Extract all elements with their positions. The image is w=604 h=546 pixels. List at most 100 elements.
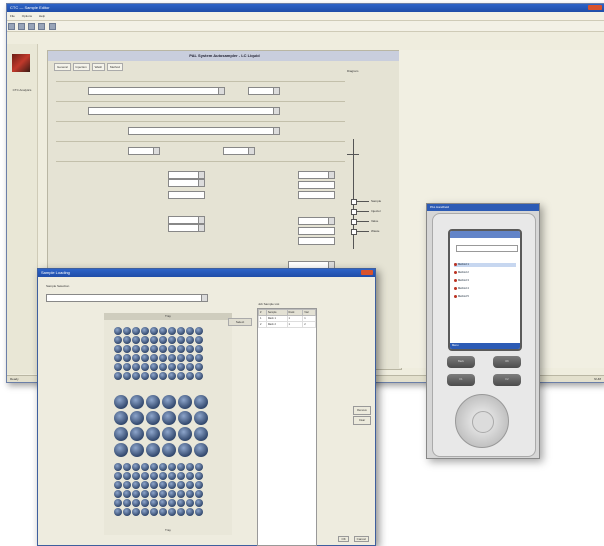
tab-wash[interactable]: Wash [91,63,106,71]
device-list-item[interactable]: Method 5 [454,295,516,299]
vial-position[interactable] [141,490,149,498]
vial-position[interactable] [123,345,131,353]
vial-position[interactable] [168,363,176,371]
vial-position[interactable] [162,411,176,425]
remove-button[interactable]: Remove [353,406,371,415]
clear-button[interactable]: Clear [353,416,371,425]
vial-position[interactable] [114,508,122,516]
vial-position[interactable] [168,490,176,498]
vial-position[interactable] [159,336,167,344]
vial-position[interactable] [123,354,131,362]
vial-position[interactable] [132,463,140,471]
vial-position[interactable] [141,354,149,362]
vial-position[interactable] [132,354,140,362]
vial-position[interactable] [186,463,194,471]
vial-position[interactable] [186,508,194,516]
cancel-button[interactable]: Cancel [353,536,369,542]
vial-position[interactable] [195,372,203,380]
vial-position[interactable] [178,411,192,425]
vial-position[interactable] [132,490,140,498]
vial-position[interactable] [132,481,140,489]
vial-position[interactable] [150,372,158,380]
param-dropdown-5[interactable] [168,224,205,232]
vial-position[interactable] [177,508,185,516]
inject-field-4[interactable] [298,237,335,245]
vial-position[interactable] [150,508,158,516]
vial-position[interactable] [195,490,203,498]
vial-position[interactable] [150,499,158,507]
menu-file[interactable]: File [10,14,15,18]
vial-position[interactable] [132,327,140,335]
vial-position[interactable] [146,427,160,441]
vial-position[interactable] [123,327,131,335]
vial-position[interactable] [159,354,167,362]
syringe-dropdown[interactable] [128,127,280,135]
method-dropdown[interactable] [88,87,225,95]
vial-position[interactable] [168,472,176,480]
vial-position[interactable] [150,345,158,353]
menu-help[interactable]: Help [39,14,45,18]
vial-position[interactable] [159,481,167,489]
vial-position[interactable] [114,345,122,353]
new-icon[interactable] [8,23,15,30]
vial-position[interactable] [123,490,131,498]
device-ok-button[interactable]: OK [493,356,521,368]
vial-position[interactable] [132,499,140,507]
vial-position[interactable] [177,363,185,371]
device-f1-button[interactable]: F1 [447,374,475,386]
vial-position[interactable] [123,499,131,507]
vial-position[interactable] [168,345,176,353]
vial-position[interactable] [195,481,203,489]
vial-position[interactable] [114,411,128,425]
device-search-field[interactable] [456,245,518,252]
vial-position[interactable] [114,372,122,380]
vial-position[interactable] [177,336,185,344]
param-dropdown-4[interactable] [168,216,205,224]
vial-position[interactable] [132,363,140,371]
vial-position[interactable] [186,490,194,498]
vial-position[interactable] [114,336,122,344]
vial-position[interactable] [123,363,131,371]
vial-position[interactable] [177,345,185,353]
select-button[interactable]: Select [228,318,252,326]
window-controls[interactable] [588,5,602,10]
vial-position[interactable] [146,411,160,425]
vial-position[interactable] [195,345,203,353]
dialog-close-icon[interactable] [361,270,373,275]
vial-position[interactable] [114,463,122,471]
vial-position[interactable] [123,481,131,489]
device-list-item[interactable]: Method 1 [454,263,516,268]
vial-position[interactable] [114,395,128,409]
vial-position[interactable] [178,443,192,457]
sample-selection-dropdown[interactable] [46,294,208,302]
vial-position[interactable] [194,411,208,425]
vial-position[interactable] [141,372,149,380]
tray-dropdown[interactable] [88,107,280,115]
vial-position[interactable] [159,472,167,480]
param-dropdown-2[interactable] [168,179,205,187]
vial-position[interactable] [130,395,144,409]
vial-position[interactable] [150,336,158,344]
vial-position[interactable] [114,499,122,507]
vial-position[interactable] [177,472,185,480]
vial-position[interactable] [177,372,185,380]
vial-position[interactable] [195,354,203,362]
vial-position[interactable] [114,363,122,371]
vial-position[interactable] [168,508,176,516]
vial-position[interactable] [159,345,167,353]
inject-field-1[interactable] [298,181,335,189]
vial-position[interactable] [177,481,185,489]
vial-position[interactable] [195,499,203,507]
vial-position[interactable] [159,363,167,371]
vial-position[interactable] [186,336,194,344]
vial-position[interactable] [195,327,203,335]
vial-position[interactable] [150,463,158,471]
vial-position[interactable] [123,336,131,344]
vial-position[interactable] [114,472,122,480]
vial-position[interactable] [159,508,167,516]
vial-position[interactable] [114,490,122,498]
vial-position[interactable] [159,372,167,380]
vial-position[interactable] [132,336,140,344]
vial-position[interactable] [186,345,194,353]
speed-dropdown[interactable] [223,147,255,155]
